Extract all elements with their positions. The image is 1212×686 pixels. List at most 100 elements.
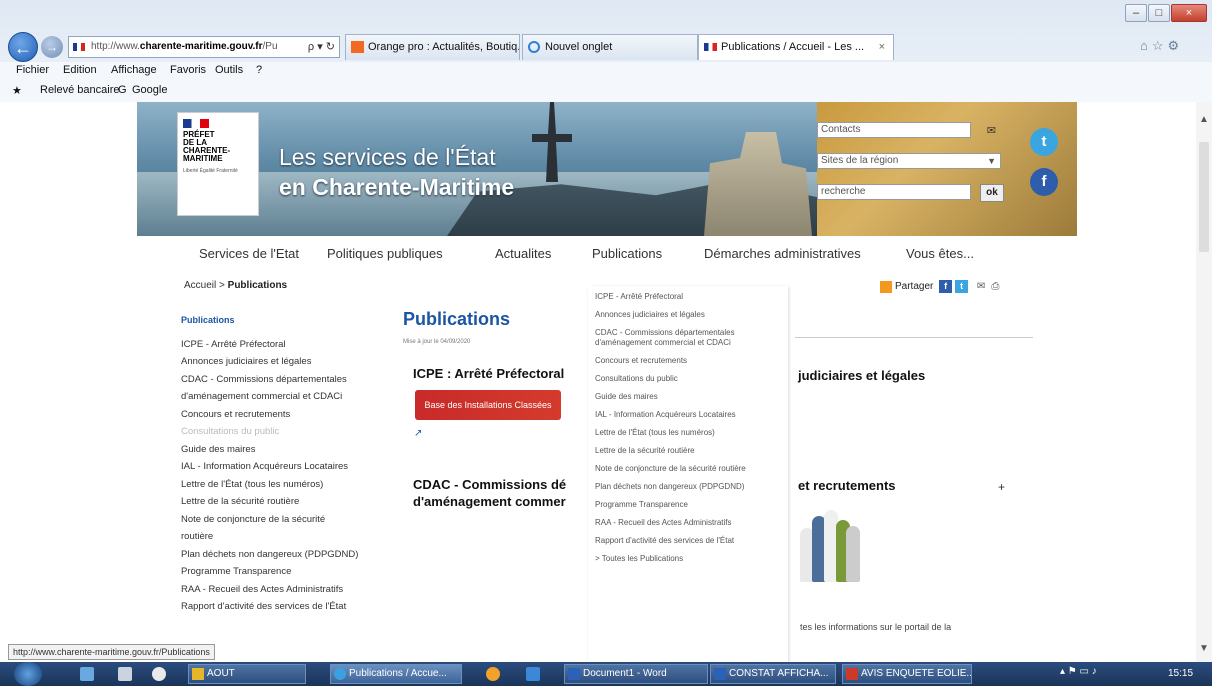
annonces-heading[interactable]: judiciaires et légales <box>798 368 925 383</box>
menu-fichier[interactable]: Fichier <box>16 64 49 76</box>
tab-publications[interactable]: Publications / Accueil - Les ... × <box>698 34 894 60</box>
dropdown-item[interactable]: Plan déchets non dangereux (PDPGDND) <box>595 482 788 492</box>
sidebar-item[interactable]: routière <box>181 528 396 546</box>
dropdown-item[interactable]: Lettre de la sécurité routière <box>595 446 788 456</box>
sidebar-item[interactable]: Rapport d'activité des services de l'Éta… <box>181 598 396 616</box>
region-select[interactable]: Sites de la région ▼ <box>817 153 1001 169</box>
sidebar-item[interactable]: Lettre de l'État (tous les numéros) <box>181 476 396 494</box>
sidebar-item[interactable]: CDAC - Commissions départementales <box>181 371 396 389</box>
dropdown-item[interactable]: ICPE - Arrêté Préfectoral <box>595 292 788 302</box>
media-taskbar-icon[interactable] <box>152 667 166 681</box>
external-link-icon[interactable]: ↗ <box>414 428 422 439</box>
dropdown-item[interactable]: Lettre de l'État (tous les numéros) <box>595 428 788 438</box>
contacts-field[interactable]: Contacts ✉ <box>817 122 996 138</box>
sidebar-item[interactable]: Plan déchets non dangereux (PDPGDND) <box>181 546 396 564</box>
sidebar-item[interactable]: Annonces judiciaires et légales <box>181 353 396 371</box>
facebook-icon[interactable]: f <box>1030 168 1058 196</box>
menu-favoris[interactable]: Favoris <box>170 64 206 76</box>
favorite-google[interactable]: Google <box>132 84 167 96</box>
taskbar-item-constat[interactable]: CONSTAT AFFICHA... <box>710 664 836 684</box>
dropdown-item[interactable]: Rapport d'activité des services de l'Éta… <box>595 536 788 546</box>
taskbar-item-publications[interactable]: Publications / Accue... <box>330 664 462 684</box>
forward-button[interactable]: → <box>41 36 63 58</box>
concours-heading[interactable]: et recrutements <box>798 478 896 493</box>
cdac-heading[interactable]: CDAC - Commissions dé d'aménagement comm… <box>413 476 583 510</box>
scroll-thumb[interactable] <box>1199 142 1209 252</box>
close-tab-icon[interactable]: × <box>879 35 885 59</box>
search-input[interactable]: recherche <box>817 184 971 200</box>
print-icon[interactable]: ⎙ <box>991 281 999 292</box>
twitter-icon[interactable]: t <box>1030 128 1058 156</box>
dropdown-item[interactable]: Annonces judiciaires et légales <box>595 310 788 320</box>
dropdown-item[interactable]: RAA - Recueil des Actes Administratifs <box>595 518 788 528</box>
dropdown-item[interactable]: CDAC - Commissions départementales d'amé… <box>595 328 788 348</box>
sidebar-item[interactable]: IAL - Information Acquéreurs Locataires <box>181 458 396 476</box>
sidebar-item[interactable]: Guide des maires <box>181 441 396 459</box>
mail-icon[interactable]: ✉ <box>987 124 996 138</box>
menu-help[interactable]: ? <box>256 64 262 76</box>
home-favorites-settings-icon[interactable]: ⌂☆⚙ <box>1140 38 1183 54</box>
email-share-icon[interactable]: ✉ <box>977 281 985 292</box>
clock[interactable]: 15:15 <box>1168 668 1193 679</box>
breadcrumb-home[interactable]: Accueil <box>184 280 216 291</box>
close-window-button[interactable]: × <box>1171 4 1207 22</box>
site-title-line1: Les services de l'État <box>279 144 496 170</box>
icpe-banner-link[interactable]: Base des Installations Classées <box>415 390 561 420</box>
dropdown-item[interactable]: Consultations du public <box>595 374 788 384</box>
rss-icon[interactable] <box>880 280 892 293</box>
menu-affichage[interactable]: Affichage <box>111 64 157 76</box>
address-bar[interactable]: http://www.charente-maritime.gouv.fr/Pu … <box>68 36 340 58</box>
taskbar-item-avis[interactable]: AVIS ENQUETE EOLIE... <box>842 664 972 684</box>
maximize-button[interactable]: □ <box>1148 4 1170 22</box>
expand-plus-icon[interactable]: + <box>998 480 1005 494</box>
sidebar-item[interactable]: Note de conjoncture de la sécurité <box>181 511 396 529</box>
chrome-taskbar-icon[interactable] <box>486 667 500 681</box>
tab-orange-pro[interactable]: Orange pro : Actualités, Boutiq... <box>345 34 520 60</box>
dropdown-item[interactable]: Guide des maires <box>595 392 788 402</box>
system-tray-icons[interactable]: ▴ ⚑ ▭ ♪ <box>1060 666 1097 677</box>
dropdown-item[interactable]: Note de conjoncture de la sécurité routi… <box>595 464 788 474</box>
address-actions-icon[interactable]: ρ ▾ ↻ <box>304 37 335 57</box>
sidebar-item[interactable]: Lettre de la sécurité routière <box>181 493 396 511</box>
scroll-up-icon[interactable]: ▲ <box>1199 114 1209 125</box>
nav-publications[interactable]: Publications <box>592 246 662 261</box>
dropdown-item[interactable]: IAL - Information Acquéreurs Locataires <box>595 410 788 420</box>
ie-taskbar-icon[interactable] <box>80 667 94 681</box>
sidebar-item[interactable]: ICPE - Arrêté Préfectoral <box>181 336 396 354</box>
sidebar-item[interactable]: Concours et recrutements <box>181 406 396 424</box>
back-button[interactable]: ← <box>8 32 38 62</box>
nav-services-etat[interactable]: Services de l'Etat <box>199 246 299 261</box>
nav-politiques-publiques[interactable]: Politiques publiques <box>327 246 443 261</box>
scroll-down-icon[interactable]: ▼ <box>1199 643 1209 654</box>
nav-demarches[interactable]: Démarches administratives <box>704 246 861 261</box>
prefet-logo[interactable]: PRÉFET DE LA CHARENTE- MARITIME Liberté … <box>177 112 259 216</box>
favorite-releve-bancaire[interactable]: Relevé bancaire <box>40 84 120 96</box>
taskbar-item-word[interactable]: Document1 - Word <box>564 664 708 684</box>
dropdown-item[interactable]: Programme Transparence <box>595 500 788 510</box>
folder-icon <box>192 668 204 680</box>
twitter-share-icon[interactable]: t <box>955 280 969 293</box>
sidebar-item[interactable]: RAA - Recueil des Actes Administratifs <box>181 581 396 599</box>
nav-actualites[interactable]: Actualites <box>495 246 551 261</box>
sidebar-item[interactable]: Programme Transparence <box>181 563 396 581</box>
page-scrollbar[interactable]: ▲ ▼ <box>1196 102 1212 662</box>
nav-vous-etes[interactable]: Vous êtes... <box>906 246 974 261</box>
menu-bar: Fichier Edition Affichage Favoris Outils… <box>0 62 1212 80</box>
sidebar-item[interactable]: d'aménagement commercial et CDACi <box>181 388 396 406</box>
dropdown-item[interactable]: Concours et recrutements <box>595 356 788 366</box>
tab-new-tab[interactable]: Nouvel onglet <box>522 34 698 60</box>
menu-outils[interactable]: Outils <box>215 64 243 76</box>
icpe-heading[interactable]: ICPE : Arrêté Préfectoral <box>413 366 564 381</box>
explorer-taskbar-icon[interactable] <box>118 667 132 681</box>
taskbar-item-aout[interactable]: AOUT <box>188 664 306 684</box>
search-ok-button[interactable]: ok <box>980 184 1004 202</box>
app-taskbar-icon[interactable] <box>526 667 540 681</box>
minimize-button[interactable]: – <box>1125 4 1147 22</box>
sidebar-heading[interactable]: Publications <box>181 312 396 330</box>
sidebar-item[interactable]: Consultations du public <box>181 423 396 441</box>
facebook-share-icon[interactable]: f <box>939 280 953 293</box>
menu-edition[interactable]: Edition <box>63 64 97 76</box>
dropdown-item-all[interactable]: > Toutes les Publications <box>595 554 788 564</box>
start-button[interactable] <box>14 662 42 686</box>
favorites-star-icon[interactable]: ★ <box>12 84 22 97</box>
